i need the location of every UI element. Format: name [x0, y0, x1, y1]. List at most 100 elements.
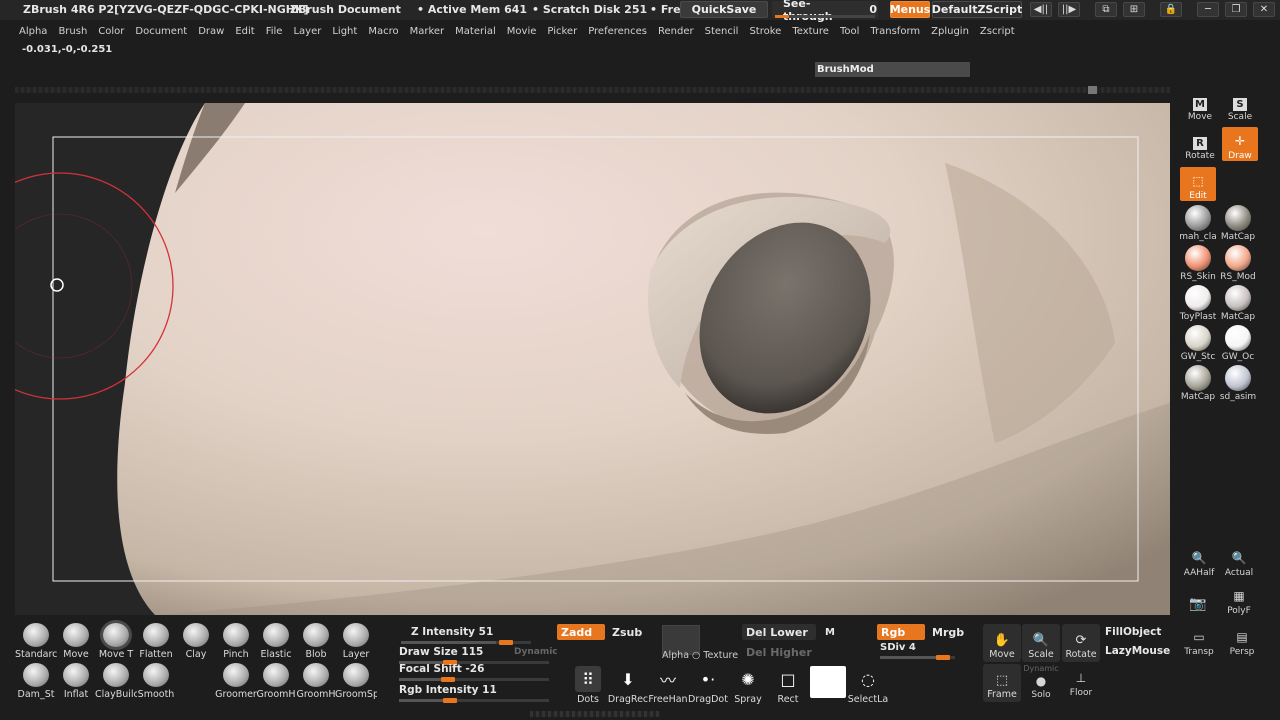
brush-groomsp[interactable]: GroomSp — [335, 663, 377, 703]
menu-color[interactable]: Color — [98, 26, 124, 37]
menu-stencil[interactable]: Stencil — [705, 26, 739, 37]
frame-button[interactable]: ⬚ Frame — [983, 664, 1021, 702]
material-2[interactable]: RS_Skin — [1178, 245, 1218, 283]
stroke-selectla[interactable]: ◌ SelectLa — [848, 666, 888, 706]
step-forward-icon[interactable]: ||▶ — [1058, 2, 1080, 17]
menu-brush[interactable]: Brush — [58, 26, 87, 37]
brush-move[interactable]: Move — [56, 623, 96, 663]
rgb-intensity-knob[interactable] — [443, 698, 457, 703]
document-canvas[interactable] — [15, 103, 1170, 615]
maximize-icon[interactable]: ❐ — [1225, 2, 1247, 17]
menu-movie[interactable]: Movie — [507, 26, 537, 37]
menu-stroke[interactable]: Stroke — [749, 26, 781, 37]
edit-button[interactable]: ⬚ Edit — [1180, 167, 1216, 201]
fillobject-button[interactable]: FillObject — [1101, 624, 1165, 640]
menu-preferences[interactable]: Preferences — [588, 26, 647, 37]
stroke-spray[interactable]: ✺ Spray — [728, 666, 768, 706]
material-7[interactable]: GW_Oc — [1218, 325, 1258, 363]
menu-layer[interactable]: Layer — [293, 26, 321, 37]
brush-groomer[interactable]: Groomer — [215, 663, 257, 703]
material-0[interactable]: mah_cla — [1178, 205, 1218, 243]
bottom-move-button[interactable]: ✋ Move — [983, 624, 1021, 662]
stroke-dots[interactable]: ⠿ Dots — [568, 666, 608, 706]
brush-pinch[interactable]: Pinch — [216, 623, 256, 663]
aahalf-button[interactable]: 🔍 AAHalf — [1180, 544, 1218, 578]
material-9[interactable]: sd_asim — [1218, 365, 1258, 403]
persp-button[interactable]: ▤ Persp — [1222, 623, 1262, 657]
menu-document[interactable]: Document — [135, 26, 187, 37]
brush-clay[interactable]: Clay — [176, 623, 216, 663]
brush-flatten[interactable]: Flatten — [136, 623, 176, 663]
material-6[interactable]: GW_Stc — [1178, 325, 1218, 363]
material-5[interactable]: MatCap — [1218, 285, 1258, 323]
polyf-button[interactable]: ▦ PolyF — [1220, 584, 1258, 616]
transp-button[interactable]: ▭ Transp — [1180, 623, 1218, 657]
menu-light[interactable]: Light — [332, 26, 357, 37]
brush-claybuilc[interactable]: ClayBuilc — [95, 663, 137, 703]
menu-tool[interactable]: Tool — [840, 26, 859, 37]
del-higher-button[interactable]: Del Higher — [742, 644, 816, 660]
default-zscript-button[interactable]: DefaultZScript — [932, 1, 1022, 18]
draw-size-slider[interactable]: Draw Size 115 Dynamic — [399, 646, 558, 665]
rgb-button[interactable]: Rgb — [877, 624, 925, 640]
sdiv-knob[interactable] — [936, 655, 950, 660]
menu-transform[interactable]: Transform — [870, 26, 920, 37]
stroke-freehan[interactable]: 〰 FreeHan — [648, 666, 688, 706]
sculpt-viewport[interactable] — [15, 103, 1170, 615]
zadd-button[interactable]: Zadd — [557, 624, 605, 640]
brush-dam-st[interactable]: Dam_St — [16, 663, 56, 703]
z-intensity-slider[interactable]: Z Intensity 51 — [401, 626, 551, 645]
stroke-color-swatch[interactable] — [808, 666, 848, 706]
snapshot-button[interactable]: 📷 — [1180, 584, 1216, 614]
menu-picker[interactable]: Picker — [547, 26, 577, 37]
quicksave-button[interactable]: QuickSave — [680, 1, 768, 18]
z-intensity-knob[interactable] — [499, 640, 513, 645]
dynamic-toggle[interactable]: Dynamic — [514, 647, 558, 657]
material-3[interactable]: RS_Mod — [1218, 245, 1258, 283]
material-8[interactable]: MatCap — [1178, 365, 1218, 403]
bottom-rotate-button[interactable]: ⟳ Rotate — [1062, 624, 1100, 662]
brush-inflat[interactable]: Inflat — [56, 663, 96, 703]
brush-standarc[interactable]: Standarc — [15, 623, 57, 663]
menu-render[interactable]: Render — [658, 26, 694, 37]
scale-button[interactable]: S Scale — [1222, 88, 1258, 122]
layout-dock-icon[interactable]: ⊞ — [1123, 2, 1145, 17]
minimize-icon[interactable]: ─ — [1197, 2, 1219, 17]
draw-button[interactable]: ✛ Draw — [1222, 127, 1258, 161]
stroke-rect[interactable]: □ Rect — [768, 666, 808, 706]
menu-macro[interactable]: Macro — [368, 26, 398, 37]
mrgb-button[interactable]: Mrgb — [928, 624, 968, 640]
step-back-icon[interactable]: ◀|| — [1030, 2, 1052, 17]
stroke-dragrec[interactable]: ⬇ DragRec — [608, 666, 648, 706]
brush-blob[interactable]: Blob — [296, 623, 336, 663]
bottom-scale-button[interactable]: 🔍 Scale — [1022, 624, 1060, 662]
menu-marker[interactable]: Marker — [410, 26, 445, 37]
menu-edit[interactable]: Edit — [235, 26, 254, 37]
menu-zscript[interactable]: Zscript — [980, 26, 1015, 37]
rgb-intensity-slider[interactable]: Rgb Intensity 11 — [399, 684, 549, 703]
stroke-dragdot[interactable]: •· DragDot — [688, 666, 728, 706]
sdiv-slider[interactable]: SDiv 4 — [880, 642, 960, 660]
rotate-button[interactable]: R Rotate — [1182, 127, 1218, 161]
brush-smooth[interactable]: Smooth — [136, 663, 176, 703]
strip-marker[interactable] — [1088, 86, 1097, 94]
focal-shift-knob[interactable] — [441, 677, 455, 682]
brush-elastic[interactable]: Elastic — [256, 623, 296, 663]
layout-swap-icon[interactable]: ⧉ — [1095, 2, 1117, 17]
menu-file[interactable]: File — [266, 26, 283, 37]
brushmod-field[interactable]: BrushMod — [815, 62, 970, 77]
focal-shift-slider[interactable]: Focal Shift -26 — [399, 663, 549, 682]
floor-button[interactable]: ⊥ Floor — [1062, 664, 1100, 698]
lock-icon[interactable]: 🔒 — [1160, 2, 1182, 17]
solo-button[interactable]: Dynamic ● Solo — [1022, 664, 1060, 700]
material-1[interactable]: MatCap — [1218, 205, 1258, 243]
zsub-button[interactable]: Zsub — [608, 624, 646, 640]
menu-material[interactable]: Material — [455, 26, 496, 37]
actual-button[interactable]: 🔍 Actual — [1220, 544, 1258, 578]
menu-texture[interactable]: Texture — [792, 26, 829, 37]
brush-layer[interactable]: Layer — [336, 623, 376, 663]
menu-alpha[interactable]: Alpha — [19, 26, 47, 37]
brush-groomh[interactable]: GroomH — [296, 663, 336, 703]
brush-move-t[interactable]: Move T — [96, 623, 136, 663]
brush-groomh[interactable]: GroomH — [256, 663, 296, 703]
